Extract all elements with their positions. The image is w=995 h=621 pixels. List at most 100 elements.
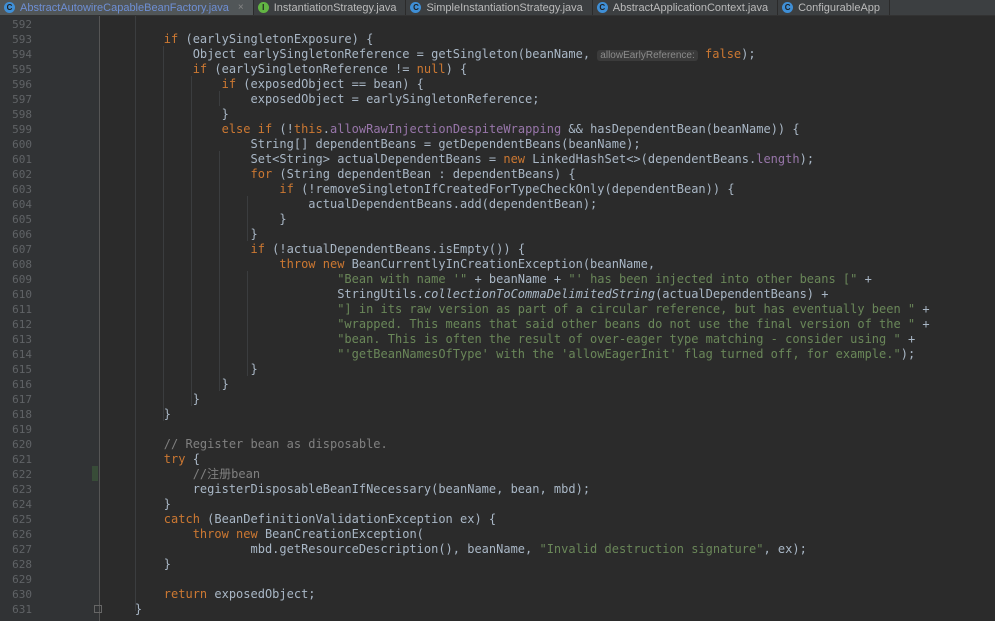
code-token: throw new: [279, 257, 345, 271]
code-line[interactable]: 610 StringUtils.collectionToCommaDelimit…: [0, 287, 995, 302]
code-line[interactable]: 619: [0, 422, 995, 437]
code-token: );: [741, 47, 756, 61]
code-token: return: [163, 587, 208, 601]
line-text: // Register bean as disposable.: [106, 437, 388, 452]
code-token: );: [900, 347, 916, 361]
line-text: "'getBeanNamesOfType' with the 'allowEag…: [106, 347, 915, 362]
code-token: }: [106, 602, 143, 616]
code-line[interactable]: 606 }: [0, 227, 995, 242]
line-number: 604: [12, 198, 32, 211]
close-tab-icon[interactable]: ×: [238, 2, 244, 13]
code-line[interactable]: 596 if (exposedObject == bean) {: [0, 77, 995, 92]
line-text: Set<String> actualDependentBeans = new L…: [106, 152, 814, 167]
tab-3[interactable]: C AbstractApplicationContext.java: [593, 0, 779, 15]
code-line[interactable]: 608 throw new BeanCurrentlyInCreationExc…: [0, 257, 995, 272]
class-file-icon: C: [4, 2, 15, 13]
code-token: +: [915, 302, 930, 316]
code-line[interactable]: 628 }: [0, 557, 995, 572]
code-line[interactable]: 620 // Register bean as disposable.: [0, 437, 995, 452]
code-token: length: [756, 152, 800, 166]
code-line[interactable]: 625 catch (BeanDefinitionValidationExcep…: [0, 512, 995, 527]
code-token: }: [106, 557, 172, 571]
code-line[interactable]: 593 if (earlySingletonExposure) {: [0, 32, 995, 47]
code-token: }: [106, 227, 258, 241]
tab-2[interactable]: C SimpleInstantiationStrategy.java: [406, 0, 593, 15]
code-line[interactable]: 627 mbd.getResourceDescription(), beanNa…: [0, 542, 995, 557]
line-text: for (String dependentBean : dependentBea…: [106, 167, 576, 182]
line-number: 596: [12, 78, 32, 91]
code-editor[interactable]: 592 593 if (earlySingletonExposure) {594 …: [0, 16, 995, 621]
code-line[interactable]: 592: [0, 17, 995, 32]
code-token: exposedObject;: [207, 587, 316, 601]
code-token: allowRawInjectionDespiteWrapping: [330, 122, 562, 136]
line-text: if (earlySingletonReference != null) {: [106, 62, 468, 77]
code-line[interactable]: 601 Set<String> actualDependentBeans = n…: [0, 152, 995, 167]
code-line[interactable]: 626 throw new BeanCreationException(: [0, 527, 995, 542]
code-line[interactable]: 614 "'getBeanNamesOfType' with the 'allo…: [0, 347, 995, 362]
code-line[interactable]: 631 }: [0, 602, 995, 617]
code-token: (!: [272, 122, 294, 136]
code-line[interactable]: 597 exposedObject = earlySingletonRefere…: [0, 92, 995, 107]
code-line[interactable]: 609 "Bean with name '" + beanName + "' h…: [0, 272, 995, 287]
code-token: BeanCreationException(: [257, 527, 424, 541]
code-token: }: [106, 497, 172, 511]
tab-1[interactable]: I InstantiationStrategy.java: [254, 0, 407, 15]
line-text: mbd.getResourceDescription(), beanName, …: [106, 542, 806, 557]
line-number: 608: [12, 258, 32, 271]
code-line[interactable]: 629: [0, 572, 995, 587]
tab-0[interactable]: C AbstractAutowireCapableBeanFactory.java…: [0, 0, 254, 15]
code-line[interactable]: 595 if (earlySingletonReference != null)…: [0, 62, 995, 77]
line-number: 595: [12, 63, 32, 76]
code-token: for: [250, 167, 273, 181]
class-file-icon: C: [596, 2, 608, 13]
line-text: else if (!this.allowRawInjectionDespiteW…: [106, 122, 800, 137]
code-line[interactable]: 607 if (!actualDependentBeans.isEmpty())…: [0, 242, 995, 257]
code-token: "wrapped. This means that said other bea…: [337, 317, 916, 331]
code-token: if: [250, 242, 265, 256]
code-token: (BeanDefinitionValidationException ex) {: [199, 512, 497, 526]
tab-4[interactable]: C ConfigurableApp: [778, 0, 891, 15]
line-number: 607: [12, 243, 32, 256]
code-line[interactable]: 598 }: [0, 107, 995, 122]
class-file-icon: C: [782, 2, 794, 13]
code-line[interactable]: 615 }: [0, 362, 995, 377]
code-line[interactable]: 600 String[] dependentBeans = getDepende…: [0, 137, 995, 152]
code-token: (String dependentBean : dependentBeans) …: [272, 167, 576, 181]
line-text: }: [106, 497, 171, 512]
code-line[interactable]: 622 //注册bean: [0, 467, 995, 482]
code-line[interactable]: 613 "bean. This is often the result of o…: [0, 332, 995, 347]
code-line[interactable]: 624 }: [0, 497, 995, 512]
code-line[interactable]: 611 "] in its raw version as part of a c…: [0, 302, 995, 317]
line-number: 627: [12, 543, 32, 556]
line-number: 617: [12, 393, 32, 406]
line-text: throw new BeanCurrentlyInCreationExcepti…: [106, 257, 655, 272]
code-line[interactable]: 630 return exposedObject;: [0, 587, 995, 602]
code-token: collectionToCommaDelimitedString: [423, 287, 656, 301]
code-line[interactable]: 599 else if (!this.allowRawInjectionDesp…: [0, 122, 995, 137]
code-line[interactable]: 623 registerDisposableBeanIfNecessary(be…: [0, 482, 995, 497]
code-token: .: [322, 122, 330, 136]
code-token: // Register bean as disposable.: [163, 437, 388, 451]
code-line[interactable]: 602 for (String dependentBean : dependen…: [0, 167, 995, 182]
code-token: );: [799, 152, 815, 166]
code-line[interactable]: 594 Object earlySingletonReference = get…: [0, 47, 995, 62]
code-line[interactable]: 605 }: [0, 212, 995, 227]
code-line[interactable]: 618 }: [0, 407, 995, 422]
code-line[interactable]: 617 }: [0, 392, 995, 407]
code-line[interactable]: 616 }: [0, 377, 995, 392]
code-token: if: [192, 62, 208, 76]
line-text: String[] dependentBeans = getDependentBe…: [106, 137, 640, 152]
code-line[interactable]: 612 "wrapped. This means that said other…: [0, 317, 995, 332]
code-token: +: [857, 272, 872, 286]
code-line[interactable]: 604 actualDependentBeans.add(dependentBe…: [0, 197, 995, 212]
code-token: //注册bean: [192, 467, 261, 481]
code-line[interactable]: 603 if (!removeSingletonIfCreatedForType…: [0, 182, 995, 197]
code-line[interactable]: 621 try {: [0, 452, 995, 467]
